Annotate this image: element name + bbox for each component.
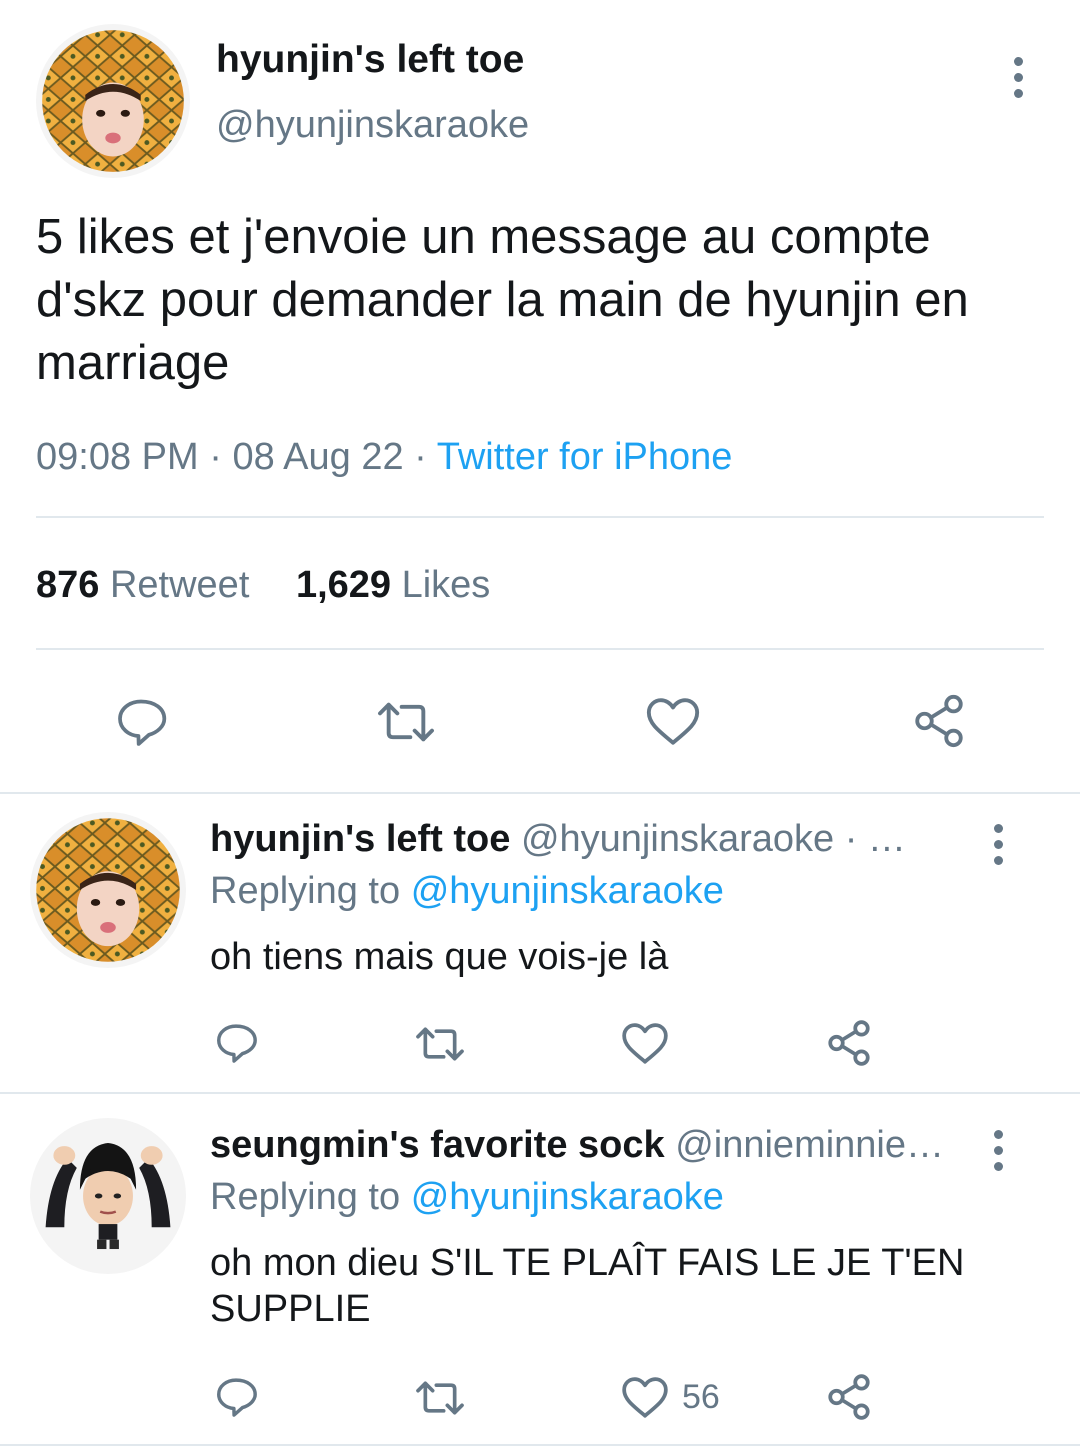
author-display-name[interactable]: hyunjin's left toe — [216, 38, 524, 82]
retweet-label[interactable]: Retweet — [110, 564, 249, 606]
retweet-icon — [416, 1027, 464, 1061]
author-avatar[interactable] — [36, 24, 190, 178]
more-options-icon[interactable] — [988, 1130, 1008, 1171]
meta-separator: · — [209, 436, 222, 478]
reply-avatar[interactable] — [30, 812, 186, 968]
replying-to-label: Replying to — [210, 1176, 401, 1218]
heart-icon — [622, 1377, 668, 1418]
replying-to: Replying to @hyunjinskaraoke — [210, 1176, 724, 1219]
like-label[interactable]: Likes — [402, 564, 491, 606]
pineapple-avatar-image — [36, 24, 190, 178]
reply-header: seungmin's favorite sock @innieminnie… — [210, 1124, 970, 1167]
meta-separator: · — [414, 436, 427, 478]
share-button[interactable] — [824, 1372, 874, 1422]
reply-avatar[interactable] — [30, 1118, 186, 1274]
tweet-metadata: 09:08 PM · 08 Aug 22 · Twitter for iPhon… — [36, 436, 732, 479]
reply-button[interactable] — [112, 694, 170, 750]
divider — [0, 792, 1080, 794]
reply-bubble-icon — [118, 699, 167, 746]
replying-to-label: Replying to — [210, 870, 401, 912]
reply-button[interactable] — [212, 1374, 260, 1420]
like-count[interactable]: 1,629 — [296, 564, 391, 606]
retweet-icon — [416, 1381, 464, 1415]
share-button[interactable] — [910, 692, 968, 750]
heart-icon — [622, 1023, 668, 1064]
divider — [36, 516, 1044, 518]
replying-to-handle[interactable]: @hyunjinskaraoke — [411, 870, 724, 912]
tweet-source-link[interactable]: Twitter for iPhone — [437, 436, 733, 478]
retweet-button[interactable] — [412, 1376, 468, 1420]
reply-like-count: 56 — [682, 1377, 720, 1416]
person-avatar-image — [30, 1118, 186, 1274]
reply-display-name[interactable]: hyunjin's left toe — [210, 818, 510, 860]
pineapple-avatar-image — [30, 812, 186, 968]
share-button[interactable] — [824, 1018, 874, 1068]
replying-to-handle[interactable]: @hyunjinskaraoke — [411, 1176, 724, 1218]
share-icon — [915, 694, 963, 748]
like-button[interactable] — [620, 1020, 670, 1066]
divider — [0, 1092, 1080, 1094]
engagement-stats: 876 Retweet 1,629 Likes — [36, 564, 490, 607]
more-options-icon[interactable] — [988, 824, 1008, 865]
reply-header: hyunjin's left toe @hyunjinskaraoke · … — [210, 818, 970, 861]
share-icon — [828, 1374, 870, 1420]
author-handle[interactable]: @hyunjinskaraoke — [216, 104, 529, 147]
divider — [36, 648, 1044, 650]
reply-bubble-icon — [217, 1024, 257, 1063]
like-button[interactable]: 56 — [620, 1374, 720, 1420]
more-options-icon[interactable] — [1008, 57, 1028, 98]
divider — [0, 1444, 1080, 1446]
reply-text: oh mon dieu S'IL TE PLAÎT FAIS LE JE T'E… — [210, 1242, 965, 1330]
reply-button[interactable] — [212, 1020, 260, 1066]
retweet-icon — [378, 702, 434, 742]
heart-icon — [646, 698, 700, 745]
reply-display-name[interactable]: seungmin's favorite sock — [210, 1124, 665, 1166]
tweet-date: 08 Aug 22 — [232, 436, 404, 478]
replying-to: Replying to @hyunjinskaraoke — [210, 870, 724, 913]
tweet-text: 5 likes et j'envoie un message au compte… — [36, 210, 969, 390]
tweet-time: 09:08 PM — [36, 436, 199, 478]
share-icon — [828, 1020, 870, 1066]
like-button[interactable] — [644, 694, 702, 748]
reply-handle[interactable]: @hyunjinskaraoke · … — [521, 818, 906, 860]
retweet-button[interactable] — [412, 1022, 468, 1066]
reply-text: oh tiens mais que vois-je là — [210, 936, 669, 978]
retweet-count[interactable]: 876 — [36, 564, 99, 606]
reply-handle[interactable]: @innieminnie… — [675, 1124, 944, 1166]
reply-bubble-icon — [217, 1378, 257, 1417]
retweet-button[interactable] — [372, 696, 440, 748]
